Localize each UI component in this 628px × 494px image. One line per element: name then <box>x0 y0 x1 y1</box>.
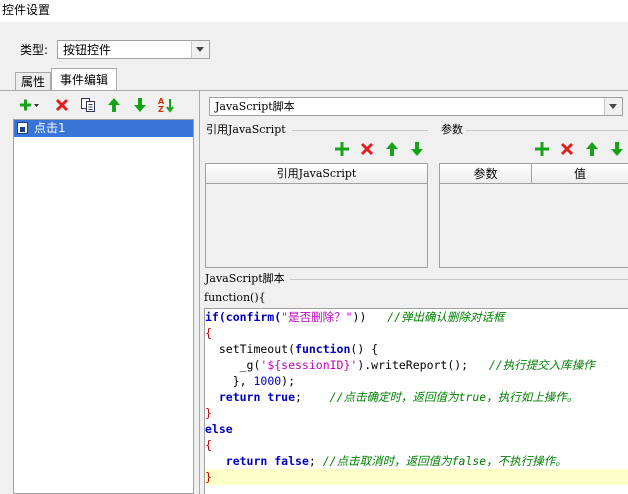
group-divider <box>290 279 628 280</box>
move-up-icon[interactable] <box>384 141 400 160</box>
code-token: function <box>295 342 351 356</box>
code-token: "是否删除？" <box>281 310 353 324</box>
code-token: )) <box>352 310 367 324</box>
script-group-title: JavaScript脚本 <box>205 272 288 286</box>
script-type-select[interactable]: JavaScript脚本 <box>209 97 623 116</box>
code-token: }, <box>205 374 254 388</box>
code-line[interactable]: } <box>205 469 628 485</box>
code-line[interactable]: if(confirm("是否删除？")) //弹出确认删除对话框 <box>205 309 628 325</box>
code-token: } <box>205 406 212 420</box>
chevron-down-icon[interactable] <box>604 98 622 115</box>
code-line[interactable]: _g('${sessionID}').writeReport(); //执行提交… <box>205 357 628 373</box>
move-down-icon[interactable] <box>409 141 425 160</box>
delete-icon[interactable] <box>359 141 375 160</box>
code-line[interactable]: }, 1000); <box>205 373 628 389</box>
code-line[interactable]: else <box>205 421 628 437</box>
move-down-icon[interactable] <box>132 97 148 113</box>
code-line[interactable]: { <box>205 325 628 341</box>
svg-text:Z: Z <box>158 105 164 113</box>
script-type-value: JavaScript脚本 <box>215 100 295 113</box>
function-header: function(){ <box>204 291 266 304</box>
type-select-value: 按钮控件 <box>63 43 112 57</box>
move-up-icon[interactable] <box>584 141 600 160</box>
delete-icon[interactable] <box>54 97 70 113</box>
ref-js-group-title: 引用JavaScript <box>206 123 289 137</box>
move-down-icon[interactable] <box>609 141 625 160</box>
chevron-down-icon[interactable] <box>191 41 209 58</box>
type-label: 类型: <box>20 43 49 57</box>
code-line[interactable]: { <box>205 437 628 453</box>
tab-properties[interactable]: 属性 <box>15 72 51 90</box>
event-list: 点击1 <box>13 119 194 494</box>
list-item-label: 点击1 <box>34 121 66 135</box>
param-name-column-header[interactable]: 参数 <box>440 164 532 184</box>
ref-js-column-header[interactable]: 引用JavaScript <box>206 164 427 184</box>
code-token: if(confirm( <box>205 310 282 324</box>
code-token: 1000 <box>253 374 282 388</box>
params-table[interactable]: 参数 值 <box>439 163 628 268</box>
param-value-column-header[interactable]: 值 <box>532 164 628 184</box>
add-icon[interactable] <box>334 141 350 160</box>
code-token: ); <box>281 374 296 388</box>
code-line[interactable]: return true; //点击确定时，返回值为true，执行如上操作。 <box>205 389 628 405</box>
code-token: //弹出确认删除对话框 <box>366 310 505 324</box>
code-token: setTimeout( <box>205 342 296 356</box>
code-token: //点击确定时，返回值为true，执行如上操作。 <box>301 390 579 404</box>
code-token: else <box>205 422 233 436</box>
code-token: ; <box>308 454 323 468</box>
params-group-title: 参数 <box>441 123 466 137</box>
code-line[interactable]: return false; //点击取消时，返回值为false，不执行操作。 <box>205 453 628 469</box>
code-token: _g( <box>205 358 261 372</box>
add-dropdown-icon[interactable] <box>18 97 39 113</box>
code-token: //执行提交入库操作 <box>468 358 595 372</box>
code-token: () { <box>350 342 379 356</box>
code-editor[interactable]: if(confirm("是否删除？")) //弹出确认删除对话框{ setTim… <box>204 308 628 494</box>
event-icon <box>17 122 28 134</box>
code-token: { <box>205 326 212 340</box>
add-icon[interactable] <box>534 141 550 160</box>
code-line[interactable]: setTimeout(function() { <box>205 341 628 357</box>
window-title: 控件设置 <box>0 0 628 22</box>
list-item[interactable]: 点击1 <box>14 120 193 137</box>
code-token: ).writeReport(); <box>357 358 469 372</box>
group-divider <box>465 130 628 131</box>
tab-event-edit[interactable]: 事件编辑 <box>51 68 117 90</box>
code-token: return true <box>218 390 296 404</box>
ref-js-table[interactable]: 引用JavaScript <box>205 163 428 268</box>
code-token: //点击取消时，返回值为false，不执行操作。 <box>322 454 567 468</box>
code-token: ; <box>295 390 302 404</box>
delete-icon[interactable] <box>559 141 575 160</box>
sort-az-icon[interactable]: AZ <box>158 97 174 114</box>
move-up-icon[interactable] <box>106 97 122 113</box>
group-divider <box>292 130 428 131</box>
code-token: '${sessionID}' <box>260 358 358 372</box>
copy-icon[interactable] <box>80 97 96 113</box>
code-token: } <box>205 470 212 484</box>
code-line[interactable]: } <box>205 405 628 421</box>
code-token: { <box>205 438 212 452</box>
type-select[interactable]: 按钮控件 <box>57 40 210 59</box>
event-toolbar: AZ <box>14 93 194 117</box>
code-token: return false <box>225 454 309 468</box>
